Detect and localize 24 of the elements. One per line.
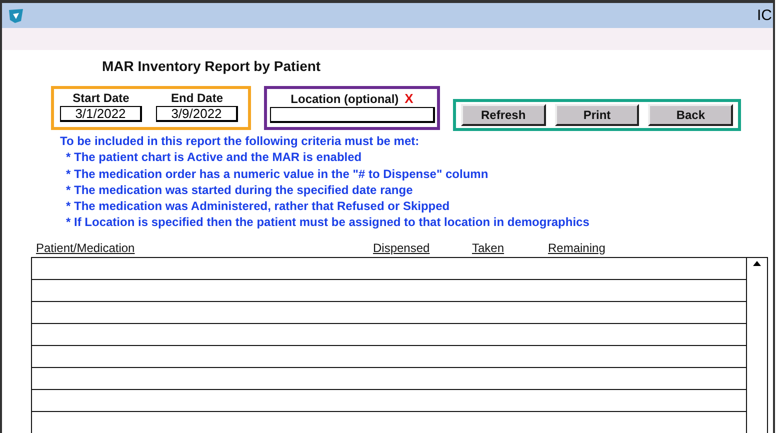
date-label: End Date [170,91,223,105]
criteria-intro: To be included in this report the following criteria must be met: [60,133,420,150]
refresh-button[interactable]: Refresh [461,104,546,126]
app-icon [8,8,24,24]
date-field[interactable]: 3/1/2022 [60,106,142,122]
column-header[interactable]: Remaining [548,240,606,257]
clear-location-button[interactable]: X [404,91,414,106]
criteria-item: * If Location is specified then the patient must be assigned to that location in demographics [65,214,590,231]
criteria-item: * The medication was started during the specified date range [65,182,414,198]
back-button[interactable]: Back [648,104,734,126]
window-title: IC [757,7,772,24]
date-field[interactable]: 3/9/2022 [156,106,238,122]
report-title: MAR Inventory Report by Patient [102,58,322,74]
date-label: Start Date [72,91,130,105]
location-field[interactable] [270,107,434,123]
criteria-item: * The patient chart is Active and the MAR is enabled [65,149,363,166]
column-header[interactable]: Taken [472,240,504,257]
scroll-up-icon[interactable] [753,260,761,266]
column-header[interactable]: Dispensed [373,240,430,257]
location-label: Location (optional) [290,92,399,106]
print-button[interactable]: Print [554,104,640,126]
column-header[interactable]: Patient/Medication [36,240,135,257]
criteria-item: * The medication was Administered, rather that Refused or Skipped [65,198,451,214]
criteria-item: * The medication order has a numeric value in the "# to Dispense" column [65,166,490,182]
